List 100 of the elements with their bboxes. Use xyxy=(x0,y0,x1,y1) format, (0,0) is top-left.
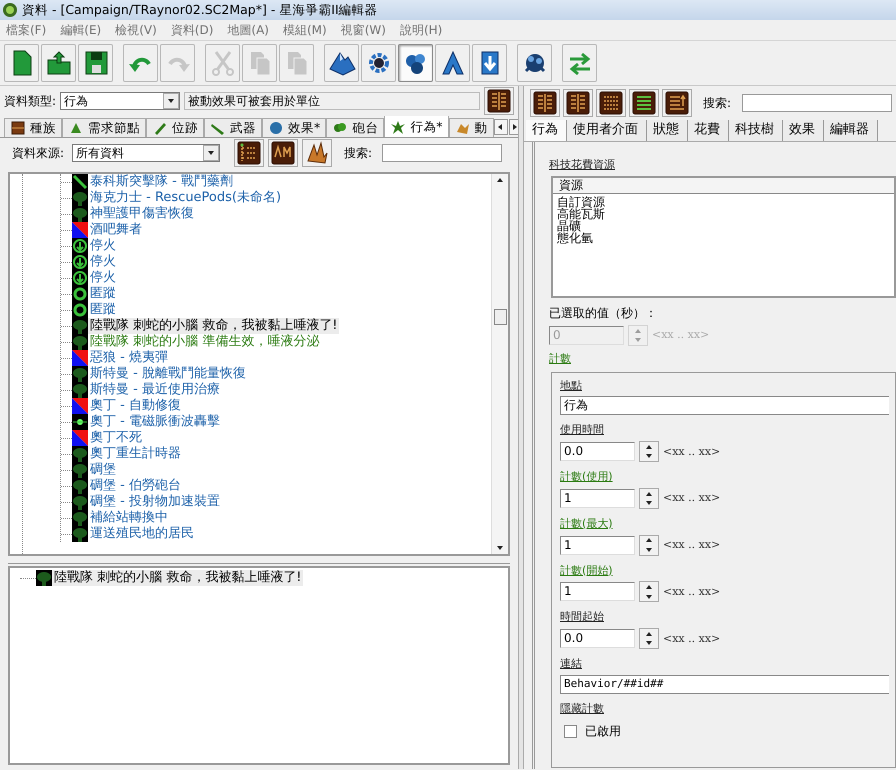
tree-item[interactable]: 陸戰隊 刺蛇的小腦 救命，我被黏上唾液了! xyxy=(88,318,340,334)
spin-up-icon[interactable] xyxy=(645,584,653,590)
toolbar-button[interactable] xyxy=(324,44,359,82)
tree-item[interactable]: 碉堡 - 伯勞砲台 xyxy=(88,478,183,494)
tree-item[interactable]: 斯特曼 - 最近使用治療 xyxy=(88,382,222,398)
tab[interactable]: 科技樹 xyxy=(729,120,783,141)
tab[interactable]: 效果 xyxy=(783,120,824,141)
tree-item[interactable]: 運送殖民地的居民 xyxy=(88,526,196,542)
tab[interactable]: 武器 xyxy=(204,118,262,137)
spin-buttons[interactable] xyxy=(639,628,659,649)
tab[interactable]: 動 xyxy=(448,118,494,137)
resource-list[interactable]: 資源 自訂資源 高能瓦斯 晶礦 態化氫 xyxy=(551,176,896,298)
list-item[interactable]: 高能瓦斯 xyxy=(553,208,894,220)
spin-down-icon[interactable] xyxy=(645,594,653,600)
text-field[interactable]: Behavior/##id## xyxy=(560,674,889,694)
tab[interactable]: 花費 xyxy=(688,120,729,141)
scrollbar[interactable] xyxy=(491,174,508,554)
tree-item[interactable]: 碉堡 - 投射物加速裝置 xyxy=(88,494,222,510)
spin-up-icon[interactable] xyxy=(645,444,653,450)
number-field[interactable]: 1 xyxy=(560,582,635,602)
view-button[interactable] xyxy=(662,89,692,117)
tab[interactable]: 狀態 xyxy=(647,120,688,141)
toolbar-button[interactable] xyxy=(78,44,113,82)
data-type-dropdown[interactable]: 行為 xyxy=(60,92,180,110)
tree-item[interactable]: 神聖護甲傷害恢復 xyxy=(88,206,196,222)
spin-up-icon[interactable] xyxy=(645,630,653,637)
tree-item[interactable]: 停火 xyxy=(88,254,118,270)
spin-down-icon[interactable] xyxy=(645,500,653,506)
scroll-down-icon[interactable] xyxy=(496,545,504,551)
number-field[interactable]: 0.0 xyxy=(560,629,635,648)
spin-down-icon[interactable] xyxy=(645,640,653,646)
tree-item[interactable]: 奧丁 - 自動修復 xyxy=(88,398,183,414)
tree-item[interactable]: 酒吧舞者 xyxy=(88,222,144,238)
view-button[interactable] xyxy=(563,89,593,117)
scroll-thumb[interactable] xyxy=(494,309,506,325)
spin-down-icon[interactable] xyxy=(645,546,653,553)
tree-item[interactable]: 停火 xyxy=(88,270,118,286)
tab[interactable]: 需求節點 xyxy=(62,118,146,137)
search-field[interactable] xyxy=(382,144,502,162)
list-item[interactable]: 晶礦 xyxy=(553,220,894,232)
tab[interactable]: 行為* xyxy=(384,116,448,137)
tree-item[interactable]: 碉堡 xyxy=(88,462,118,478)
list-item[interactable]: 態化氫 xyxy=(553,232,894,244)
tab[interactable]: 編輯器 xyxy=(824,120,878,141)
column-header[interactable]: 資源 xyxy=(553,178,894,194)
tree-item[interactable]: 泰科斯突擊隊 - 戰鬥藥劑 xyxy=(88,174,235,190)
toolbar-button[interactable] xyxy=(361,44,396,82)
tab[interactable]: 砲台 xyxy=(326,118,384,137)
tree-item[interactable]: 停火 xyxy=(88,238,118,254)
view-button[interactable] xyxy=(234,139,264,167)
toolbar-button[interactable] xyxy=(4,44,39,82)
tree-item[interactable]: 匿蹤 xyxy=(88,286,118,302)
tree-item[interactable]: 奧丁不死 xyxy=(88,430,144,446)
view-button[interactable] xyxy=(629,89,659,117)
scroll-up-icon[interactable] xyxy=(496,177,504,183)
menu-item[interactable]: 視窗(W) xyxy=(340,22,386,38)
checkbox[interactable] xyxy=(564,724,577,738)
menu-item[interactable]: 地圖(A) xyxy=(227,22,269,38)
spin-buttons[interactable] xyxy=(639,581,659,602)
toolbar-button[interactable] xyxy=(41,44,76,82)
tree-item[interactable]: 斯特曼 - 脫離戰鬥能量恢復 xyxy=(88,366,248,382)
toolbar-button[interactable] xyxy=(472,44,507,82)
menu-item[interactable]: 資料(D) xyxy=(170,22,214,38)
text-field[interactable]: 行為 xyxy=(560,396,889,416)
tree-item[interactable]: 補給站轉換中 xyxy=(88,510,170,526)
number-field[interactable]: 1 xyxy=(560,488,635,508)
tab[interactable]: 種族 xyxy=(4,118,62,137)
tab[interactable]: 行為 xyxy=(526,120,567,141)
tab[interactable]: 位跡 xyxy=(146,118,204,137)
view-button[interactable] xyxy=(302,139,332,167)
search-field[interactable] xyxy=(742,94,892,112)
number-field[interactable]: 0.0 xyxy=(560,442,635,461)
list-item[interactable]: 自訂資源 xyxy=(553,196,894,208)
menu-item[interactable]: 檢視(V) xyxy=(115,22,157,38)
spin-buttons[interactable] xyxy=(639,534,659,556)
spin-up-icon[interactable] xyxy=(645,490,653,496)
menu-item[interactable]: 編輯(E) xyxy=(60,22,102,38)
tree-item[interactable]: 匿蹤 xyxy=(88,302,118,318)
spin-up-icon[interactable] xyxy=(645,537,653,544)
menu-item[interactable]: 說明(H) xyxy=(400,22,442,38)
tab[interactable]: 使用者介面 xyxy=(567,120,647,141)
spin-buttons[interactable] xyxy=(639,488,659,509)
tree-item[interactable]: 海克力士 - RescuePods(未命名) xyxy=(88,190,284,206)
view-button[interactable] xyxy=(484,87,514,115)
tree-item[interactable]: 奧丁 - 電磁脈衝波轟擊 xyxy=(88,414,222,430)
tree-item[interactable]: 惡狼 - 燒夷彈 xyxy=(88,350,170,366)
menu-item[interactable]: 檔案(F) xyxy=(6,22,46,38)
tree-item[interactable]: 奧丁重生計時器 xyxy=(88,446,183,462)
tab[interactable]: 效果* xyxy=(262,118,326,137)
toolbar-button[interactable] xyxy=(435,44,470,82)
number-field[interactable]: 1 xyxy=(560,536,635,554)
menu-item[interactable]: 模組(M) xyxy=(282,22,327,38)
scroll-left-button[interactable] xyxy=(494,118,508,134)
data-source-dropdown[interactable]: 所有資料 xyxy=(72,144,220,162)
toolbar-button[interactable] xyxy=(517,44,552,82)
spin-down-icon[interactable] xyxy=(645,453,653,460)
toolbar-button[interactable] xyxy=(398,44,433,82)
view-button[interactable] xyxy=(530,89,560,117)
view-button[interactable] xyxy=(596,89,626,117)
spin-buttons[interactable] xyxy=(639,441,659,462)
